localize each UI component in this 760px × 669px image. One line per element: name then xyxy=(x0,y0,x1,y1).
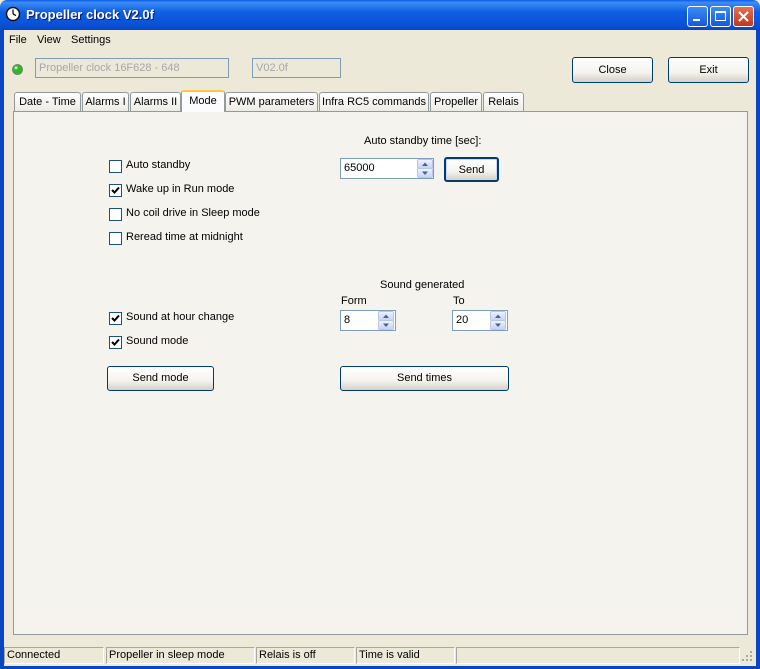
menu-file[interactable]: File xyxy=(9,33,27,47)
status-connection: Connected xyxy=(4,647,104,664)
sound-mode-label: Sound mode xyxy=(126,335,189,347)
sound-to-spinner[interactable] xyxy=(490,311,506,330)
wake-up-in-run-mode-label: Wake up in Run mode xyxy=(126,183,235,195)
from-label: Form xyxy=(341,295,367,307)
no-coil-drive-label: No coil drive in Sleep mode xyxy=(126,207,260,219)
tab-propeller[interactable]: Propeller xyxy=(430,92,482,111)
sound-from-spinner[interactable] xyxy=(378,311,394,330)
sound-hour-change-label: Sound at hour change xyxy=(126,311,235,323)
auto-standby-label: Auto standby xyxy=(126,159,191,171)
reread-time-label: Reread time at midnight xyxy=(126,231,243,243)
tab-date-time[interactable]: Date - Time xyxy=(14,92,81,111)
device-name-field: Propeller clock 16F628 - 648 xyxy=(35,58,229,78)
status-extra xyxy=(456,647,740,664)
menu-view[interactable]: View xyxy=(37,33,61,47)
window-border-left xyxy=(0,30,4,669)
version-field: V02.0f xyxy=(252,58,341,78)
tab-pwm-parameters[interactable]: PWM parameters xyxy=(225,92,318,111)
reread-time-checkbox[interactable] xyxy=(109,232,122,245)
spin-down-icon[interactable] xyxy=(417,168,433,178)
wake-up-in-run-mode-checkbox[interactable] xyxy=(109,184,122,197)
status-propeller: Propeller in sleep mode xyxy=(106,647,255,664)
maximize-button[interactable] xyxy=(710,6,731,27)
standby-time-spinner[interactable] xyxy=(417,159,433,178)
menu-settings[interactable]: Settings xyxy=(71,33,111,47)
checkmark-icon xyxy=(111,186,120,194)
tab-mode[interactable]: Mode xyxy=(181,90,225,112)
standby-time-heading: Auto standby time [sec]: xyxy=(364,135,482,147)
window-border-right xyxy=(756,30,760,669)
no-coil-drive-checkbox[interactable] xyxy=(109,208,122,221)
spin-down-icon[interactable] xyxy=(490,320,506,330)
window-title: Propeller clock V2.0f xyxy=(26,7,154,22)
minimize-button[interactable] xyxy=(687,6,708,27)
send-times-button[interactable]: Send times xyxy=(340,366,509,391)
to-label: To xyxy=(453,295,465,307)
tab-alarms-i[interactable]: Alarms I xyxy=(82,92,129,111)
tab-relais[interactable]: Relais xyxy=(483,92,524,111)
status-time: Time is valid xyxy=(356,647,455,664)
close-icon xyxy=(738,11,749,22)
send-mode-button[interactable]: Send mode xyxy=(107,366,214,391)
minimize-icon xyxy=(693,19,700,21)
maximize-icon xyxy=(715,11,726,21)
close-button[interactable]: Close xyxy=(572,57,653,83)
sound-mode-checkbox[interactable] xyxy=(109,336,122,349)
sound-generated-heading: Sound generated xyxy=(380,279,465,291)
sound-hour-change-checkbox[interactable] xyxy=(109,312,122,325)
status-relais: Relais is off xyxy=(256,647,355,664)
close-window-button[interactable] xyxy=(733,6,754,27)
resize-grip-icon[interactable] xyxy=(740,649,754,663)
clock-app-icon xyxy=(5,6,21,22)
auto-standby-checkbox[interactable] xyxy=(109,160,122,173)
checkmark-icon xyxy=(111,314,120,322)
tab-alarms-ii[interactable]: Alarms II xyxy=(130,92,181,111)
checkmark-icon xyxy=(111,338,120,346)
spin-down-icon[interactable] xyxy=(378,320,394,330)
exit-button[interactable]: Exit xyxy=(668,57,749,83)
tab-infra-rc5-commands[interactable]: Infra RC5 commands xyxy=(319,92,429,111)
connection-status-led-icon xyxy=(12,64,23,75)
send-standby-button[interactable]: Send xyxy=(444,157,499,182)
